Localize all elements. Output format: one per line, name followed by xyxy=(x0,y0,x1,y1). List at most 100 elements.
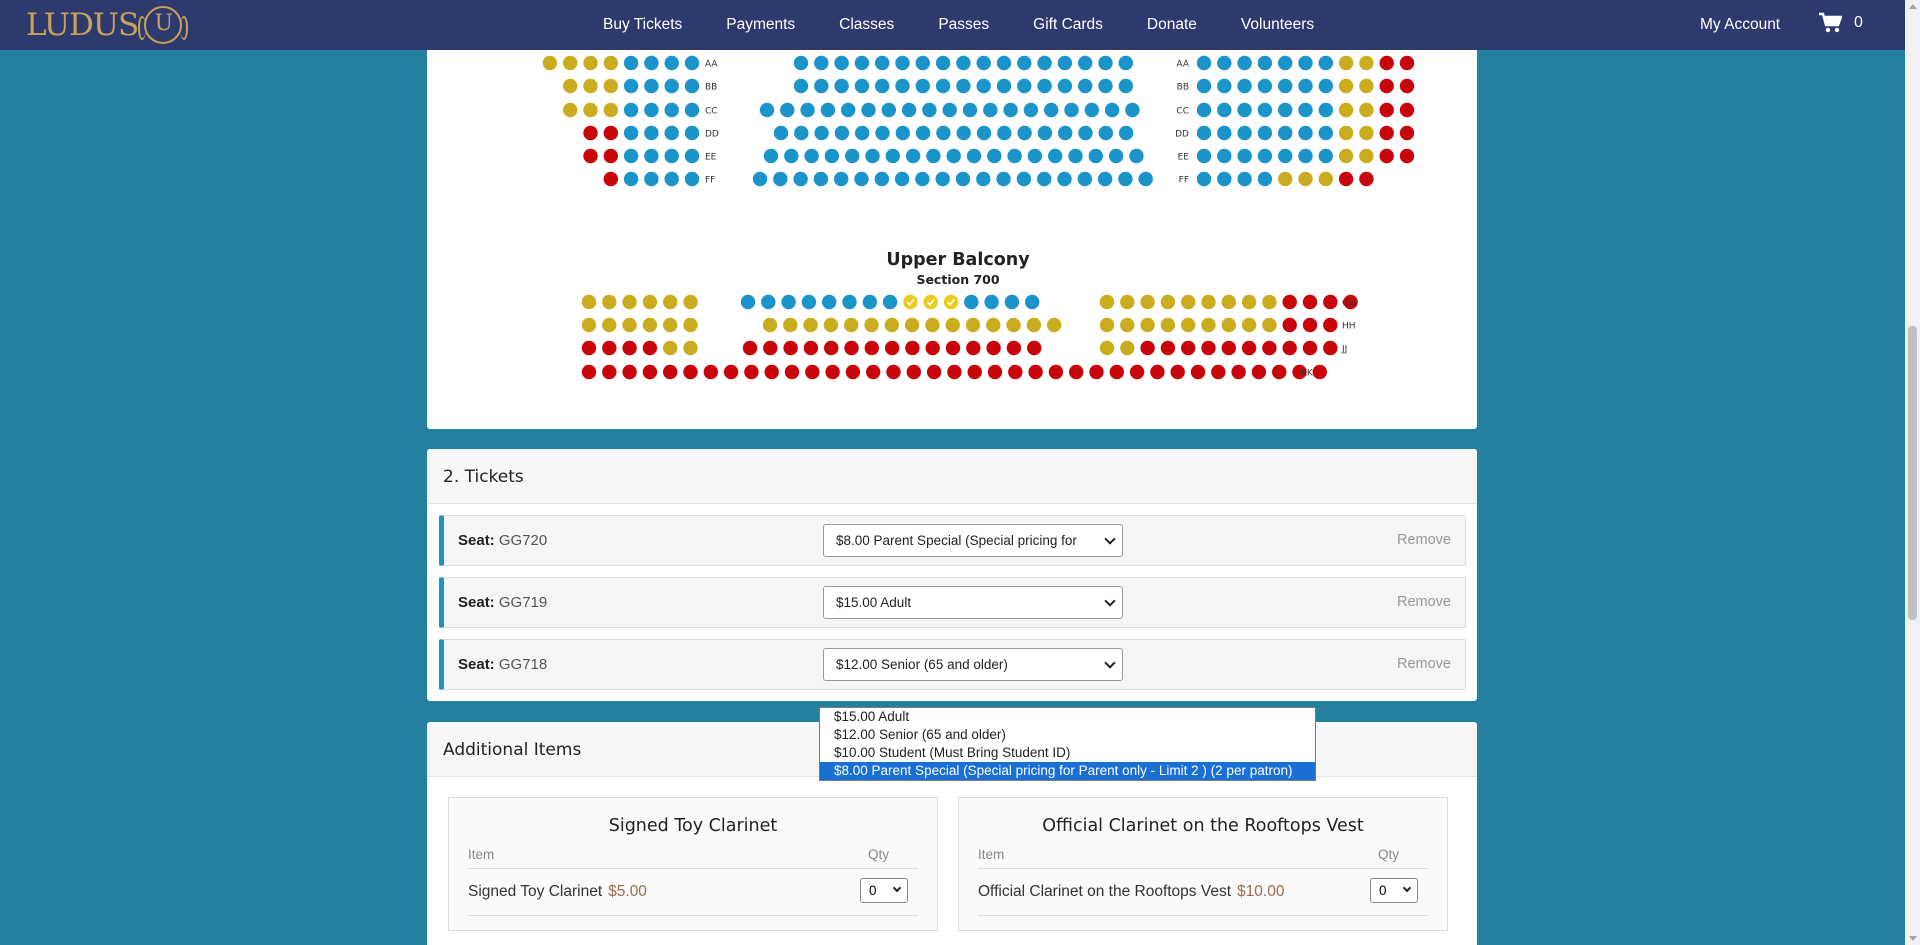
seat[interactable] xyxy=(752,171,768,187)
seat[interactable] xyxy=(886,364,901,380)
seat[interactable] xyxy=(762,317,778,333)
seat[interactable] xyxy=(793,78,809,94)
seat[interactable] xyxy=(1241,340,1257,356)
seat[interactable] xyxy=(997,125,1012,141)
seat[interactable] xyxy=(1201,340,1216,356)
seat[interactable] xyxy=(1282,294,1297,310)
seat[interactable] xyxy=(644,78,659,94)
seat[interactable] xyxy=(583,102,598,118)
seat[interactable] xyxy=(1318,55,1333,71)
seat[interactable] xyxy=(581,317,597,333)
seat[interactable] xyxy=(1217,55,1232,71)
seat[interactable] xyxy=(1160,317,1176,333)
seat[interactable] xyxy=(976,55,991,71)
seat[interactable] xyxy=(793,171,808,187)
seat[interactable] xyxy=(1262,317,1277,333)
dropdown-option[interactable]: $12.00 Senior (65 and older) xyxy=(820,726,1315,744)
seat[interactable] xyxy=(1098,78,1113,94)
seat[interactable] xyxy=(1278,171,1293,187)
ticket-type-select[interactable]: $15.00 Adult xyxy=(823,586,1123,619)
seat[interactable] xyxy=(1099,294,1115,310)
seat[interactable] xyxy=(642,317,658,333)
seat[interactable] xyxy=(1298,55,1313,71)
seat[interactable] xyxy=(1118,55,1133,71)
seat[interactable] xyxy=(1217,125,1232,141)
seat[interactable] xyxy=(763,340,778,356)
seat[interactable] xyxy=(1098,55,1113,71)
seat[interactable] xyxy=(1004,294,1020,310)
seat[interactable] xyxy=(581,364,597,380)
seat[interactable] xyxy=(1104,102,1120,118)
seat[interactable] xyxy=(663,340,678,356)
seat[interactable] xyxy=(1006,317,1021,333)
nav-gift-cards[interactable]: Gift Cards xyxy=(1011,16,1125,34)
seat[interactable] xyxy=(623,55,639,71)
seat[interactable] xyxy=(642,340,658,356)
seat[interactable] xyxy=(1109,364,1124,380)
seat[interactable] xyxy=(664,102,679,118)
seat[interactable] xyxy=(1057,55,1073,71)
seat[interactable] xyxy=(684,171,700,187)
seat[interactable] xyxy=(925,340,940,356)
seat[interactable] xyxy=(603,78,618,94)
seat[interactable] xyxy=(855,125,870,141)
seat[interactable] xyxy=(1048,364,1064,380)
seat[interactable] xyxy=(1359,125,1374,141)
seat[interactable] xyxy=(784,364,800,380)
seat[interactable] xyxy=(824,340,839,356)
seat[interactable] xyxy=(845,148,860,164)
seat[interactable] xyxy=(936,125,951,141)
seat[interactable] xyxy=(882,294,898,310)
seat[interactable] xyxy=(663,317,678,333)
seat[interactable] xyxy=(1125,102,1140,118)
seat[interactable] xyxy=(820,102,836,118)
seat[interactable] xyxy=(1077,171,1092,187)
seat[interactable] xyxy=(1282,317,1297,333)
seat[interactable] xyxy=(1003,102,1018,118)
seat[interactable] xyxy=(1217,102,1232,118)
seat[interactable] xyxy=(861,102,876,118)
seat[interactable] xyxy=(1120,317,1135,333)
cart-button[interactable]: 0 xyxy=(1818,12,1863,34)
seat[interactable] xyxy=(1338,78,1354,94)
seat[interactable] xyxy=(784,148,799,164)
seat[interactable] xyxy=(1017,125,1032,141)
seat[interactable] xyxy=(1379,55,1394,71)
seat[interactable] xyxy=(1323,340,1338,356)
seat[interactable] xyxy=(824,148,840,164)
seat[interactable] xyxy=(854,55,870,71)
seat[interactable] xyxy=(834,125,850,141)
seat[interactable] xyxy=(1037,171,1052,187)
seat[interactable] xyxy=(923,294,938,310)
seat[interactable] xyxy=(885,148,900,164)
seat[interactable] xyxy=(1318,125,1333,141)
remove-ticket-button[interactable]: Remove xyxy=(1397,656,1451,672)
seat[interactable] xyxy=(1221,317,1236,333)
seat[interactable] xyxy=(825,364,840,380)
seat[interactable] xyxy=(1181,317,1196,333)
seat[interactable] xyxy=(864,340,879,356)
seat[interactable] xyxy=(965,317,981,333)
seat[interactable] xyxy=(740,294,756,310)
seat[interactable] xyxy=(895,55,910,71)
seat[interactable] xyxy=(956,125,971,141)
seat[interactable] xyxy=(773,171,788,187)
seat[interactable] xyxy=(1006,340,1022,356)
seat[interactable] xyxy=(644,148,659,164)
seat[interactable] xyxy=(1251,364,1267,380)
seat[interactable] xyxy=(842,294,857,310)
seat[interactable] xyxy=(915,171,930,187)
seat[interactable] xyxy=(845,364,861,380)
seat[interactable] xyxy=(664,125,679,141)
seat[interactable] xyxy=(1140,317,1155,333)
seat[interactable] xyxy=(563,102,578,118)
seat[interactable] xyxy=(987,148,1002,164)
seat[interactable] xyxy=(935,55,951,71)
seat[interactable] xyxy=(854,78,870,94)
seat[interactable] xyxy=(1359,171,1374,187)
seat[interactable] xyxy=(1298,78,1313,94)
seat[interactable] xyxy=(622,364,637,380)
seat[interactable] xyxy=(622,294,637,310)
seat[interactable] xyxy=(623,102,639,118)
seat[interactable] xyxy=(915,125,931,141)
